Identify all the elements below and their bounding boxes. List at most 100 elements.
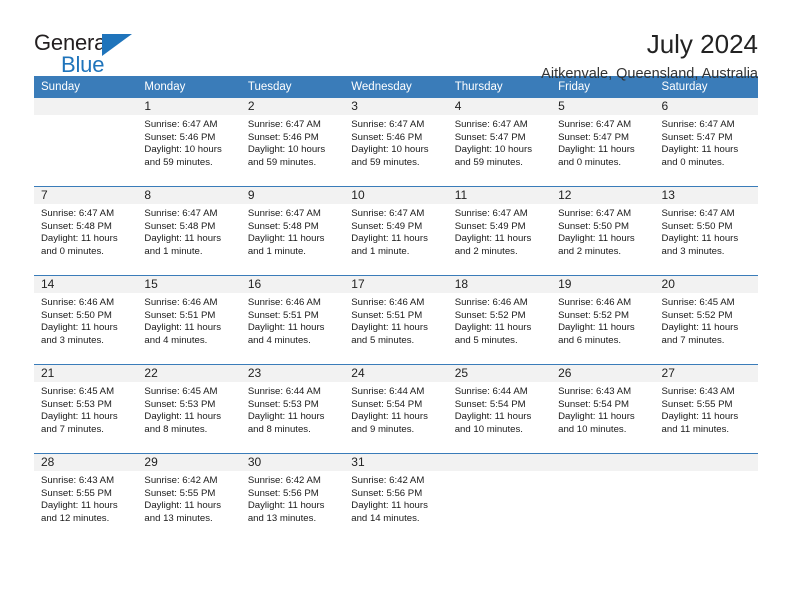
day-sun-times: Sunrise: 6:47 AM Sunset: 5:46 PM Daylight:…: [344, 115, 447, 169]
calendar-day-cell[interactable]: 2 Sunrise: 6:47 AM Sunset: 5:46 PM Daylight…: [240, 98, 345, 187]
day-cell-content: 26 Sunrise: 6:43 AM Sunset: 5:54 PM Dayligh…: [551, 365, 655, 453]
calendar-day-cell[interactable]: 21 Sunrise: 6:45 AM Sunset: 5:53 PM Dayligh…: [34, 364, 138, 454]
sunset-time: Sunset: 5:51 PM: [144, 309, 216, 321]
weekday-header-thursday: Thursday: [447, 76, 552, 98]
calendar-day-cell[interactable]: 26 Sunrise: 6:43 AM Sunset: 5:54 PM Dayligh…: [551, 364, 655, 454]
calendar-day-cell[interactable]: 17 Sunrise: 6:46 AM Sunset: 5:51 PM Dayligh…: [344, 275, 448, 365]
day-number: 24: [344, 365, 448, 382]
daylight-duration-line2: and 0 minutes.: [661, 156, 725, 168]
day-cell-content: 30 Sunrise: 6:42 AM Sunset: 5:56 PM Dayligh…: [240, 454, 345, 542]
calendar-day-cell[interactable]: 30 Sunrise: 6:42 AM Sunset: 5:56 PM Dayligh…: [240, 453, 345, 542]
calendar-day-cell[interactable]: 15 Sunrise: 6:46 AM Sunset: 5:51 PM Dayligh…: [137, 275, 241, 365]
daylight-duration-line2: and 4 minutes.: [247, 334, 311, 346]
day-sun-times: Sunrise: 6:42 AM Sunset: 5:56 PM Daylight:…: [241, 471, 344, 525]
day-number: 29: [137, 454, 241, 471]
calendar-day-cell[interactable]: 25 Sunrise: 6:44 AM Sunset: 5:54 PM Dayligh…: [447, 364, 552, 454]
day-cell-content: 7 Sunrise: 6:47 AM Sunset: 5:48 PM Daylight…: [34, 187, 138, 275]
day-sun-times: [551, 471, 654, 475]
calendar-day-cell[interactable]: 5 Sunrise: 6:47 AM Sunset: 5:47 PM Daylight…: [551, 98, 655, 187]
day-cell-content: 31 Sunrise: 6:42 AM Sunset: 5:56 PM Dayligh…: [344, 454, 448, 542]
day-cell-content: 29 Sunrise: 6:42 AM Sunset: 5:55 PM Dayligh…: [137, 454, 241, 542]
general-blue-logo[interactable]: General Blue: [34, 30, 154, 84]
calendar-week-row: 7 Sunrise: 6:47 AM Sunset: 5:48 PM Daylight…: [34, 186, 758, 276]
calendar-day-cell[interactable]: 27 Sunrise: 6:43 AM Sunset: 5:55 PM Dayligh…: [654, 364, 758, 454]
daylight-duration-line2: and 3 minutes.: [41, 334, 104, 346]
calendar-day-cell[interactable]: 31 Sunrise: 6:42 AM Sunset: 5:56 PM Dayligh…: [344, 453, 448, 542]
daylight-duration-line2: and 59 minutes.: [247, 156, 317, 168]
calendar-week-row: 14 Sunrise: 6:46 AM Sunset: 5:50 PM Dayligh…: [34, 275, 758, 365]
daylight-duration-line1: Daylight: 11 hours: [558, 233, 635, 245]
calendar-day-cell[interactable]: 20 Sunrise: 6:45 AM Sunset: 5:52 PM Dayligh…: [654, 275, 758, 365]
calendar-day-cell[interactable]: 16 Sunrise: 6:46 AM Sunset: 5:51 PM Dayligh…: [240, 275, 345, 365]
sunrise-time: Sunrise: 6:47 AM: [558, 208, 632, 219]
daylight-duration-line1: Daylight: 11 hours: [454, 411, 532, 423]
day-sun-times: Sunrise: 6:46 AM Sunset: 5:51 PM Daylight:…: [137, 293, 240, 347]
sunset-time: Sunset: 5:47 PM: [454, 131, 526, 143]
day-sun-times: Sunrise: 6:45 AM Sunset: 5:53 PM Daylight:…: [34, 382, 137, 436]
sunrise-time: Sunrise: 6:43 AM: [558, 386, 632, 397]
calendar-day-cell[interactable]: 1 Sunrise: 6:47 AM Sunset: 5:46 PM Daylight…: [137, 98, 241, 187]
sunset-time: Sunset: 5:46 PM: [144, 131, 216, 143]
calendar-day-cell[interactable]: 28 Sunrise: 6:43 AM Sunset: 5:55 PM Dayligh…: [34, 453, 138, 542]
day-number: 2: [240, 98, 345, 115]
day-number: 18: [447, 276, 552, 293]
weekday-header-wednesday: Wednesday: [344, 76, 448, 98]
day-cell-content: 28 Sunrise: 6:43 AM Sunset: 5:55 PM Dayligh…: [34, 454, 138, 542]
day-cell-content: 13 Sunrise: 6:47 AM Sunset: 5:50 PM Dayligh…: [654, 187, 758, 275]
day-number: [34, 98, 138, 115]
daylight-duration-line1: Daylight: 11 hours: [661, 233, 739, 245]
calendar-day-cell[interactable]: 23 Sunrise: 6:44 AM Sunset: 5:53 PM Dayligh…: [240, 364, 345, 454]
calendar-day-cell[interactable]: 11 Sunrise: 6:47 AM Sunset: 5:49 PM Dayligh…: [447, 186, 552, 276]
sunrise-time: Sunrise: 6:46 AM: [144, 297, 218, 308]
sunrise-time: Sunrise: 6:45 AM: [661, 297, 735, 308]
daylight-duration-line1: Daylight: 11 hours: [351, 500, 428, 512]
sunrise-time: Sunrise: 6:46 AM: [351, 297, 425, 308]
sunrise-time: Sunrise: 6:47 AM: [454, 119, 528, 130]
sunrise-time: Sunrise: 6:42 AM: [351, 475, 425, 486]
calendar-day-cell[interactable]: 14 Sunrise: 6:46 AM Sunset: 5:50 PM Dayligh…: [34, 275, 138, 365]
day-number: 9: [240, 187, 345, 204]
day-sun-times: Sunrise: 6:43 AM Sunset: 5:55 PM Daylight:…: [34, 471, 137, 525]
daylight-duration-line1: Daylight: 11 hours: [661, 411, 739, 423]
sunset-time: Sunset: 5:46 PM: [247, 131, 319, 143]
day-sun-times: Sunrise: 6:47 AM Sunset: 5:47 PM Daylight:…: [551, 115, 654, 169]
calendar-day-cell[interactable]: 12 Sunrise: 6:47 AM Sunset: 5:50 PM Dayligh…: [551, 186, 655, 276]
calendar-day-cell[interactable]: 29 Sunrise: 6:42 AM Sunset: 5:55 PM Dayligh…: [137, 453, 241, 542]
calendar-day-cell[interactable]: 8 Sunrise: 6:47 AM Sunset: 5:48 PM Daylight…: [137, 186, 241, 276]
day-sun-times: Sunrise: 6:44 AM Sunset: 5:53 PM Daylight:…: [241, 382, 344, 436]
day-sun-times: Sunrise: 6:47 AM Sunset: 5:49 PM Daylight:…: [448, 204, 551, 258]
calendar-day-cell[interactable]: 18 Sunrise: 6:46 AM Sunset: 5:52 PM Dayligh…: [447, 275, 552, 365]
calendar-day-cell[interactable]: 4 Sunrise: 6:47 AM Sunset: 5:47 PM Daylight…: [447, 98, 552, 187]
day-number: 17: [344, 276, 448, 293]
sunrise-time: Sunrise: 6:44 AM: [454, 386, 528, 397]
day-sun-times: Sunrise: 6:47 AM Sunset: 5:50 PM Daylight:…: [655, 204, 758, 258]
daylight-duration-line1: Daylight: 11 hours: [247, 233, 325, 245]
calendar-day-cell[interactable]: 13 Sunrise: 6:47 AM Sunset: 5:50 PM Dayligh…: [654, 186, 758, 276]
calendar-day-cell[interactable]: 22 Sunrise: 6:45 AM Sunset: 5:53 PM Dayligh…: [137, 364, 241, 454]
day-sun-times: Sunrise: 6:46 AM Sunset: 5:51 PM Daylight:…: [344, 293, 447, 347]
calendar-day-cell[interactable]: 6 Sunrise: 6:47 AM Sunset: 5:47 PM Daylight…: [654, 98, 758, 187]
daylight-duration-line2: and 1 minute.: [351, 245, 410, 257]
day-number: 21: [34, 365, 138, 382]
daylight-duration-line2: and 2 minutes.: [454, 245, 518, 257]
day-sun-times: Sunrise: 6:47 AM Sunset: 5:47 PM Daylight:…: [448, 115, 551, 169]
day-cell-content: 4 Sunrise: 6:47 AM Sunset: 5:47 PM Daylight…: [447, 98, 552, 186]
daylight-duration-line2: and 1 minute.: [144, 245, 203, 257]
calendar-day-cell[interactable]: 19 Sunrise: 6:46 AM Sunset: 5:52 PM Dayligh…: [551, 275, 655, 365]
daylight-duration-line1: Daylight: 11 hours: [661, 144, 739, 156]
location-subtitle: Aitkenvale, Queensland, Australia: [541, 65, 758, 82]
day-sun-times: Sunrise: 6:47 AM Sunset: 5:48 PM Daylight:…: [34, 204, 137, 258]
daylight-duration-line1: Daylight: 11 hours: [351, 322, 428, 334]
day-sun-times: Sunrise: 6:46 AM Sunset: 5:52 PM Daylight:…: [551, 293, 654, 347]
day-number: 7: [34, 187, 138, 204]
day-number: 19: [551, 276, 655, 293]
calendar-day-cell[interactable]: 10 Sunrise: 6:47 AM Sunset: 5:49 PM Dayligh…: [344, 186, 448, 276]
day-cell-content: 27 Sunrise: 6:43 AM Sunset: 5:55 PM Dayligh…: [654, 365, 758, 453]
calendar-day-cell[interactable]: 7 Sunrise: 6:47 AM Sunset: 5:48 PM Daylight…: [34, 186, 138, 276]
sunrise-time: Sunrise: 6:47 AM: [661, 119, 735, 130]
day-cell-content: 3 Sunrise: 6:47 AM Sunset: 5:46 PM Daylight…: [344, 98, 448, 186]
day-number: 30: [240, 454, 345, 471]
calendar-day-cell[interactable]: 24 Sunrise: 6:44 AM Sunset: 5:54 PM Dayligh…: [344, 364, 448, 454]
calendar-day-cell[interactable]: 3 Sunrise: 6:47 AM Sunset: 5:46 PM Daylight…: [344, 98, 448, 187]
calendar-day-cell[interactable]: 9 Sunrise: 6:47 AM Sunset: 5:48 PM Daylight…: [240, 186, 345, 276]
